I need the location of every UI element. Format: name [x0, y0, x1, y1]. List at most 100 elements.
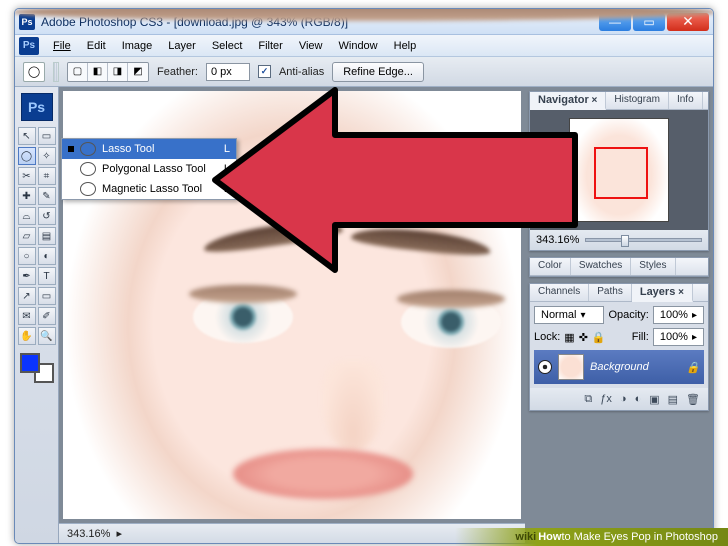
- sel-add[interactable]: ◧: [88, 63, 108, 81]
- flyout-poly-lasso[interactable]: Polygonal Lasso Tool L: [62, 159, 236, 179]
- new-layer-icon[interactable]: ▤: [668, 393, 678, 406]
- grip-icon[interactable]: [53, 62, 59, 82]
- ps-logo-icon: Ps: [21, 93, 53, 121]
- move-tool[interactable]: ↖: [18, 127, 36, 145]
- flyout-lasso-label: Lasso Tool: [102, 143, 154, 155]
- layer-name[interactable]: Background: [590, 361, 649, 373]
- mask-icon[interactable]: ◑: [620, 393, 627, 405]
- path-tool[interactable]: ↗: [18, 287, 36, 305]
- layer-row-background[interactable]: Background 🔒: [534, 350, 704, 384]
- tab-histogram[interactable]: Histogram: [606, 92, 669, 109]
- wikihow-caption: wikiHow to Make Eyes Pop in Photoshop: [455, 528, 728, 546]
- flyout-magnetic-key: L: [224, 183, 230, 195]
- menu-image[interactable]: Image: [114, 38, 161, 54]
- color-swatches[interactable]: [20, 353, 54, 383]
- healing-tool[interactable]: ✚: [18, 187, 36, 205]
- foreground-color[interactable]: [20, 353, 40, 373]
- marquee-tool[interactable]: ▭: [38, 127, 56, 145]
- flyout-poly-key: L: [224, 163, 230, 175]
- navigator-zoom[interactable]: 343.16%: [536, 234, 579, 246]
- visibility-icon[interactable]: [538, 360, 552, 374]
- eraser-tool[interactable]: ▱: [18, 227, 36, 245]
- quick-select-tool[interactable]: ✧: [38, 147, 56, 165]
- pen-tool[interactable]: ✒: [18, 267, 36, 285]
- menu-window[interactable]: Window: [331, 38, 386, 54]
- menu-view[interactable]: View: [291, 38, 331, 54]
- active-dot-icon: [68, 146, 74, 152]
- opacity-input[interactable]: 100% ▸: [653, 306, 704, 324]
- tab-info[interactable]: Info: [669, 92, 703, 109]
- fill-input[interactable]: 100% ▸: [653, 328, 704, 346]
- tab-styles[interactable]: Styles: [631, 258, 675, 275]
- lock-icon: 🔒: [686, 361, 700, 374]
- navigator-panel: Navigator × Histogram Info 343.16%: [529, 91, 709, 251]
- feather-input[interactable]: 0 px: [206, 63, 250, 81]
- lock-pixels-icon[interactable]: ▦: [564, 331, 574, 344]
- notes-tool[interactable]: ✉: [18, 307, 36, 325]
- hand-tool[interactable]: ✋: [18, 327, 36, 345]
- lasso-tool[interactable]: ◯: [18, 147, 36, 165]
- status-arrow-icon[interactable]: ▸: [116, 527, 122, 540]
- feather-label: Feather:: [157, 66, 198, 78]
- tab-channels[interactable]: Channels: [530, 284, 589, 301]
- menu-edit[interactable]: Edit: [79, 38, 114, 54]
- eyedropper-tool[interactable]: ✐: [38, 307, 56, 325]
- gradient-tool[interactable]: ▤: [38, 227, 56, 245]
- options-bar: ◯ ▢ ◧ ◨ ◩ Feather: 0 px ✓ Anti-alias Ref…: [15, 57, 713, 87]
- menu-help[interactable]: Help: [386, 38, 425, 54]
- layers-panel: Channels Paths Layers × Normal ▾ Opacity…: [529, 283, 709, 411]
- flyout-magnetic-label: Magnetic Lasso Tool: [102, 183, 202, 195]
- zoom-readout: 343.16%: [67, 528, 110, 540]
- anti-alias-checkbox[interactable]: ✓: [258, 65, 271, 78]
- poly-lasso-icon: [80, 162, 96, 176]
- link-layers-icon[interactable]: ⧉: [584, 393, 592, 406]
- shape-tool[interactable]: ▭: [38, 287, 56, 305]
- blur-tool[interactable]: ○: [18, 247, 36, 265]
- tab-layers[interactable]: Layers ×: [632, 284, 693, 302]
- selection-mode-group: ▢ ◧ ◨ ◩: [67, 62, 149, 82]
- tab-swatches[interactable]: Swatches: [571, 258, 631, 275]
- brush-tool[interactable]: ✎: [38, 187, 56, 205]
- type-tool[interactable]: T: [38, 267, 56, 285]
- fill-label: Fill:: [632, 331, 649, 343]
- navigator-preview[interactable]: [530, 110, 708, 230]
- tool-preset-icon[interactable]: ◯: [23, 62, 45, 82]
- menu-file[interactable]: File: [45, 38, 79, 54]
- group-icon[interactable]: ▣: [649, 393, 659, 406]
- layer-thumb: [558, 354, 584, 380]
- sel-new[interactable]: ▢: [68, 63, 88, 81]
- tab-paths[interactable]: Paths: [589, 284, 632, 301]
- tab-navigator[interactable]: Navigator ×: [530, 92, 606, 110]
- menu-layer[interactable]: Layer: [160, 38, 204, 54]
- blend-mode-select[interactable]: Normal ▾: [534, 306, 604, 324]
- delete-layer-icon[interactable]: 🗑: [686, 393, 700, 406]
- stamp-tool[interactable]: ⌓: [18, 207, 36, 225]
- panel-dock: Navigator × Histogram Info 343.16% Color: [525, 87, 713, 543]
- navigator-viewport-rect[interactable]: [594, 147, 648, 199]
- slice-tool[interactable]: ⌗: [38, 167, 56, 185]
- app-icon: Ps: [19, 14, 35, 30]
- history-brush-tool[interactable]: ↺: [38, 207, 56, 225]
- crop-tool[interactable]: ✂: [18, 167, 36, 185]
- zoom-slider[interactable]: [585, 238, 702, 242]
- flyout-lasso[interactable]: Lasso Tool L: [62, 139, 236, 159]
- ps-badge-icon: Ps: [19, 37, 39, 55]
- lock-position-icon[interactable]: ✜: [579, 331, 588, 344]
- lock-all-icon[interactable]: 🔒: [592, 331, 606, 344]
- zoom-tool[interactable]: 🔍: [38, 327, 56, 345]
- sel-sub[interactable]: ◨: [108, 63, 128, 81]
- tab-color[interactable]: Color: [530, 258, 571, 275]
- lock-label: Lock:: [534, 331, 560, 343]
- anti-alias-label: Anti-alias: [279, 66, 324, 78]
- fx-icon[interactable]: ƒx: [600, 393, 612, 405]
- flyout-lasso-key: L: [224, 143, 230, 155]
- adjustment-icon[interactable]: ◐: [635, 393, 642, 405]
- menu-filter[interactable]: Filter: [250, 38, 290, 54]
- dodge-tool[interactable]: ◐: [38, 247, 56, 265]
- flyout-magnetic-lasso[interactable]: Magnetic Lasso Tool L: [62, 179, 236, 199]
- sel-int[interactable]: ◩: [128, 63, 148, 81]
- menu-select[interactable]: Select: [204, 38, 251, 54]
- opacity-label: Opacity:: [608, 309, 648, 321]
- lasso-icon: [80, 142, 96, 156]
- refine-edge-button[interactable]: Refine Edge...: [332, 62, 424, 82]
